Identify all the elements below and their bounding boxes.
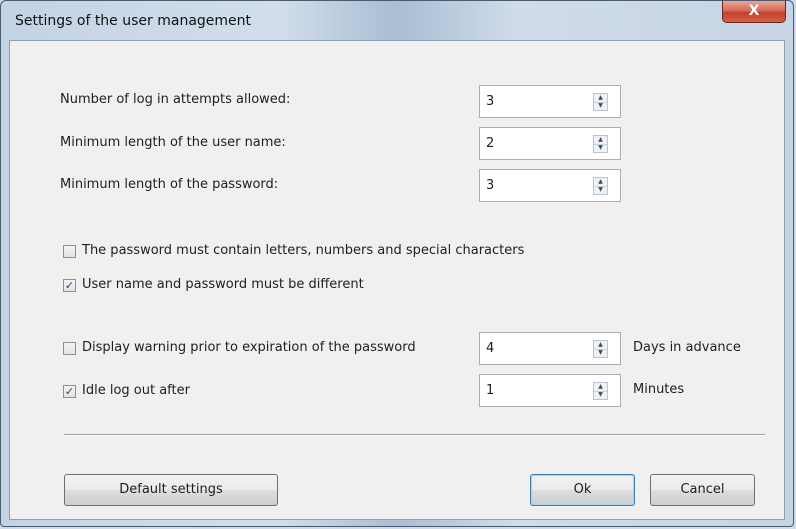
spin-buttons[interactable]: ▲ ▼ [593, 177, 608, 195]
window-title: Settings of the user management [15, 13, 252, 29]
login-attempts-label: Number of log in attempts allowed: [60, 92, 291, 107]
spin-down-icon[interactable]: ▼ [594, 186, 607, 194]
cancel-button[interactable]: Cancel [650, 474, 755, 506]
username-password-different-checkbox[interactable]: ✓ [63, 279, 76, 292]
spin-buttons[interactable]: ▲ ▼ [593, 135, 608, 153]
password-length-label: Minimum length of the password: [60, 177, 279, 192]
idle-logout-label[interactable]: Idle log out after [82, 383, 190, 398]
expiration-warning-label[interactable]: Display warning prior to expiration of t… [82, 340, 416, 355]
login-attempts-spinner[interactable]: 3 ▲ ▼ [479, 85, 621, 118]
login-attempts-value[interactable]: 3 [486, 94, 494, 109]
check-icon: ✓ [64, 279, 75, 292]
idle-logout-minutes-spinner[interactable]: 1 ▲ ▼ [479, 374, 621, 407]
spin-down-icon[interactable]: ▼ [594, 102, 607, 110]
username-password-different-label[interactable]: User name and password must be different [82, 277, 364, 292]
settings-dialog: Settings of the user management X Number… [0, 0, 794, 527]
idle-logout-checkbox[interactable]: ✓ [63, 385, 76, 398]
close-button[interactable]: X [722, 1, 786, 23]
expiration-days-value[interactable]: 4 [486, 341, 494, 356]
dialog-body: Number of log in attempts allowed: 3 ▲ ▼… [9, 40, 785, 520]
expiration-warning-checkbox[interactable] [63, 342, 76, 355]
expiration-days-unit: Days in advance [633, 340, 741, 355]
close-icon: X [748, 3, 760, 19]
password-length-spinner[interactable]: 3 ▲ ▼ [479, 169, 621, 202]
password-complexity-checkbox[interactable] [63, 245, 76, 258]
password-complexity-label[interactable]: The password must contain letters, numbe… [82, 243, 524, 258]
password-length-value[interactable]: 3 [486, 178, 494, 193]
check-icon: ✓ [64, 385, 75, 398]
expiration-days-spinner[interactable]: 4 ▲ ▼ [479, 332, 621, 365]
ok-button[interactable]: Ok [530, 474, 635, 506]
idle-logout-unit: Minutes [633, 382, 685, 397]
spin-buttons[interactable]: ▲ ▼ [593, 340, 608, 358]
spin-down-icon[interactable]: ▼ [594, 144, 607, 152]
spin-buttons[interactable]: ▲ ▼ [593, 382, 608, 400]
spin-down-icon[interactable]: ▼ [594, 391, 607, 399]
spin-down-icon[interactable]: ▼ [594, 349, 607, 357]
username-length-spinner[interactable]: 2 ▲ ▼ [479, 127, 621, 160]
default-settings-button[interactable]: Default settings [64, 474, 278, 506]
idle-logout-minutes-value[interactable]: 1 [486, 383, 494, 398]
separator [64, 434, 765, 436]
spin-buttons[interactable]: ▲ ▼ [593, 93, 608, 111]
username-length-value[interactable]: 2 [486, 136, 494, 151]
title-bar[interactable]: Settings of the user management X [1, 1, 793, 40]
username-length-label: Minimum length of the user name: [60, 135, 286, 150]
